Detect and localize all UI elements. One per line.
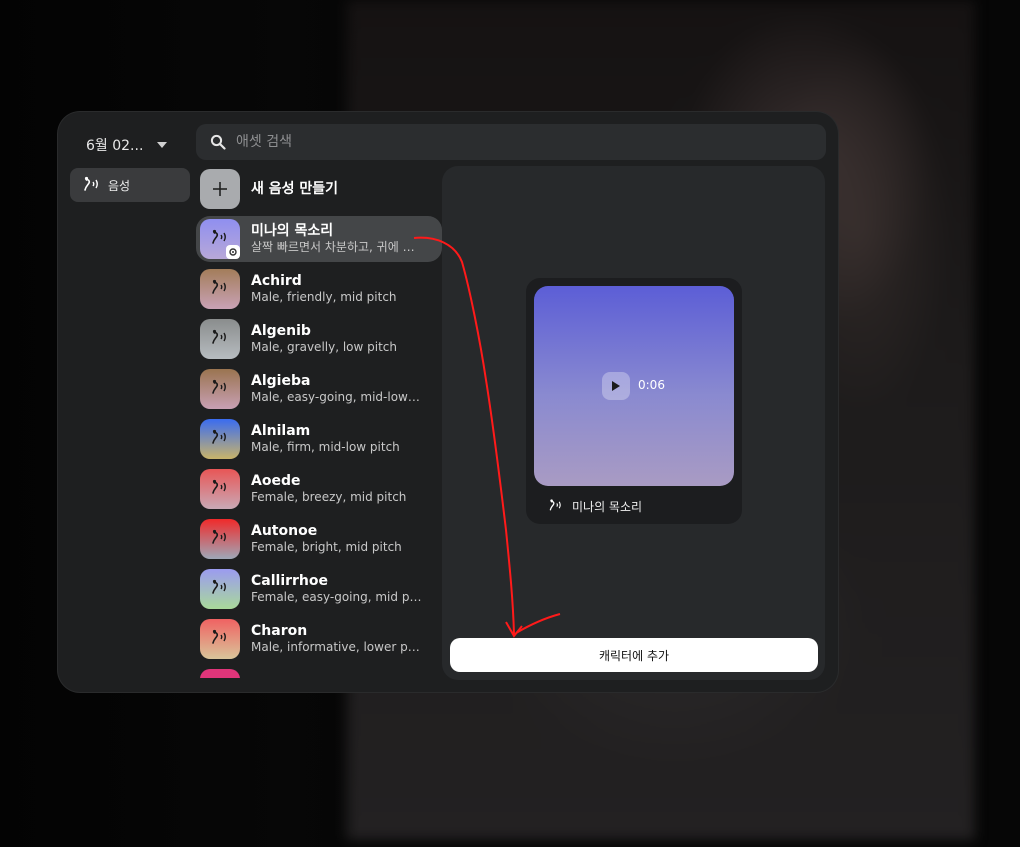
voice-description: Female, bright, mid pitch — [251, 540, 402, 555]
voice-avatar — [200, 319, 240, 359]
voice-name: Algieba — [251, 373, 311, 390]
voice-avatar — [200, 219, 240, 259]
voice-avatar — [200, 419, 240, 459]
voice-preview-art: 0:06 — [534, 286, 734, 486]
voice-item[interactable]: Autonoe Female, bright, mid pitch — [196, 516, 442, 562]
voice-description: Male, gravelly, low pitch — [251, 340, 398, 355]
voice-avatar — [200, 469, 240, 509]
voice-preview-card: 0:06 미나의 목소리 — [526, 278, 742, 524]
voice-avatar — [200, 369, 240, 409]
add-to-character-button[interactable]: 캐릭터에 추가 — [450, 638, 818, 672]
voice-icon — [210, 479, 230, 499]
voice-preview-pane: 0:06 미나의 목소리 캐릭터에 추가 — [442, 166, 825, 680]
voice-item[interactable]: Alnilam Male, firm, mid-low pitch — [196, 416, 442, 462]
voice-name: Callirrhoe — [251, 573, 329, 590]
voice-avatar — [200, 619, 240, 659]
voice-description: Male, firm, mid-low pitch — [251, 440, 400, 455]
voice-item[interactable]: Algenib Male, gravelly, low pitch — [196, 316, 442, 362]
voice-description: Male, informative, lower pitch — [251, 640, 423, 655]
voice-item[interactable]: Algieba Male, easy-going, mid-low pi... — [196, 366, 442, 412]
voice-description: Male, easy-going, mid-low pi... — [251, 390, 423, 405]
voice-icon — [210, 379, 230, 399]
voice-avatar — [200, 569, 240, 609]
voice-name: Algenib — [251, 323, 311, 340]
voice-item[interactable]: Achird Male, friendly, mid pitch — [196, 266, 442, 312]
voice-icon — [548, 498, 564, 515]
voice-item[interactable]: Despina — [196, 666, 442, 678]
voice-icon — [210, 279, 230, 299]
voice-list: 새 음성 만들기 미나의 목소리 살짝 빠르면서 차분하고, 귀에 착... Ach… — [196, 166, 442, 678]
voice-avatar — [200, 669, 240, 678]
voice-description: Female, easy-going, mid pitch — [251, 590, 423, 605]
voice-item[interactable]: Aoede Female, breezy, mid pitch — [196, 466, 442, 512]
search-bar[interactable] — [196, 124, 826, 160]
voice-item[interactable]: Charon Male, informative, lower pitch — [196, 616, 442, 662]
chevron-down-icon — [157, 142, 168, 148]
voice-item[interactable]: Callirrhoe Female, easy-going, mid pitch — [196, 566, 442, 612]
play-button[interactable] — [602, 372, 630, 400]
voice-avatar — [200, 269, 240, 309]
voice-icon — [210, 529, 230, 549]
voice-preview-title: 미나의 목소리 — [548, 498, 642, 515]
voice-description: Female, breezy, mid pitch — [251, 490, 407, 505]
create-voice-label: 새 음성 만들기 — [251, 180, 339, 197]
voice-icon — [82, 176, 102, 195]
voice-name: 미나의 목소리 — [251, 223, 334, 240]
duration-label: 0:06 — [638, 378, 665, 392]
search-input[interactable] — [234, 133, 798, 151]
create-voice-button[interactable]: 새 음성 만들기 — [196, 166, 442, 212]
voice-picker-panel: 6월 02... 음성 새 음성 만들기 미나의 목소리살짝 빠르면서 차분하고… — [58, 112, 838, 692]
voice-preview-name: 미나의 목소리 — [572, 500, 643, 514]
search-icon — [210, 134, 226, 150]
plus-icon — [200, 169, 240, 209]
voice-icon — [210, 429, 230, 449]
sidebar-item-label: 음성 — [108, 178, 131, 193]
voice-description: Male, friendly, mid pitch — [251, 290, 397, 305]
voice-name: Alnilam — [251, 423, 311, 440]
project-dropdown[interactable]: 6월 02... — [86, 134, 168, 156]
voice-name: Aoede — [251, 473, 301, 490]
voice-name: Autonoe — [251, 523, 318, 540]
project-label: 6월 02... — [86, 138, 144, 154]
voice-icon — [210, 579, 230, 599]
voice-avatar — [200, 519, 240, 559]
voice-name: Charon — [251, 623, 308, 640]
voice-description: 살짝 빠르면서 차분하고, 귀에 착... — [251, 240, 423, 255]
sidebar-item-voice[interactable]: 음성 — [70, 168, 190, 202]
gear-icon — [226, 245, 240, 259]
voice-name: Achird — [251, 273, 302, 290]
play-icon — [612, 381, 620, 391]
voice-item[interactable]: 미나의 목소리 살짝 빠르면서 차분하고, 귀에 착... — [196, 216, 442, 262]
voice-icon — [210, 629, 230, 649]
voice-icon — [210, 329, 230, 349]
